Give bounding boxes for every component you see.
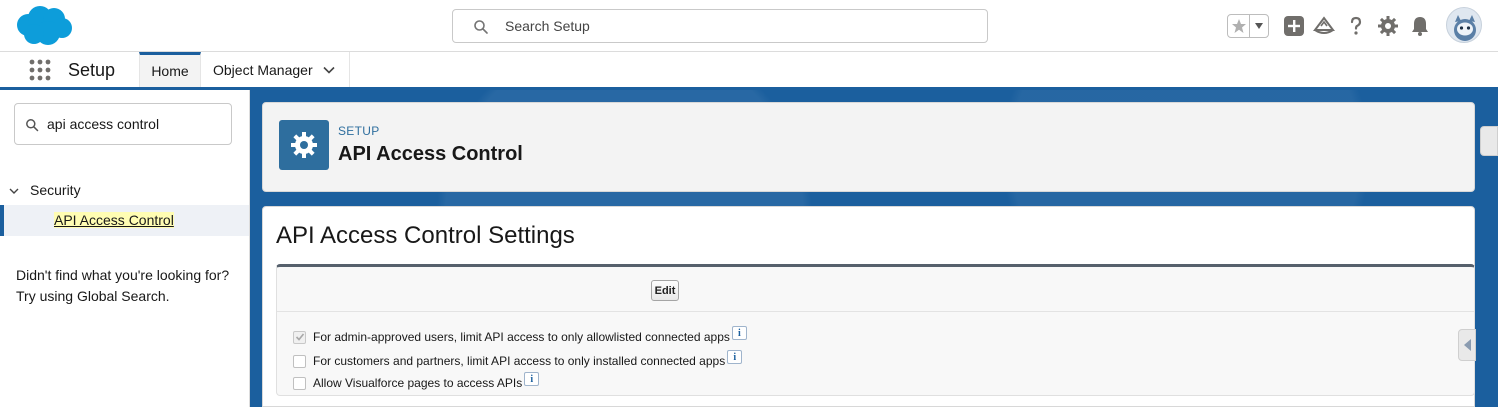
api-access-control-link[interactable]: API Access Control: [54, 212, 174, 228]
user-avatar[interactable]: [1446, 7, 1482, 43]
settings-block: Edit For admin-approved users, limit API…: [276, 264, 1475, 396]
tree-section-label: Security: [30, 182, 81, 198]
edit-button[interactable]: Edit: [651, 280, 679, 301]
option-label: For admin-approved users, limit API acce…: [313, 330, 730, 344]
option-label: For customers and partners, limit API ac…: [313, 354, 726, 368]
page-eyebrow: SETUP: [338, 124, 380, 138]
context-bar: Setup Home Object Manager: [0, 52, 1498, 90]
app-launcher-icon[interactable]: [28, 58, 52, 82]
side-panel-handle[interactable]: [1480, 126, 1498, 156]
settings-panel: API Access Control Settings Edit For adm…: [262, 206, 1475, 407]
global-actions-add-icon[interactable]: [1282, 14, 1306, 38]
option-label: Allow Visualforce pages to access APIs: [313, 376, 523, 390]
help-icon[interactable]: [1344, 14, 1368, 38]
salesforce-logo[interactable]: [14, 5, 74, 47]
notifications-bell-icon[interactable]: [1408, 14, 1432, 38]
option-checkbox[interactable]: [293, 354, 306, 368]
tree-item-api-access-control: API Access Control: [0, 205, 249, 236]
tab-object-manager[interactable]: Object Manager: [201, 52, 350, 87]
global-header: [0, 0, 1498, 52]
option-row: For customers and partners, limit API ac…: [293, 350, 743, 370]
side-panel-collapse-handle[interactable]: [1458, 329, 1476, 361]
trailhead-guidance-icon[interactable]: [1312, 14, 1336, 38]
search-icon: [473, 19, 489, 35]
global-search-hint: Didn't find what you're looking for? Try…: [16, 267, 230, 304]
favorites-star-icon[interactable]: [1228, 15, 1250, 37]
main-content-area: SETUP API Access Control API Access Cont…: [250, 90, 1498, 407]
global-search-box[interactable]: [452, 9, 988, 43]
tab-home[interactable]: Home: [139, 52, 201, 87]
favorites-group: [1227, 14, 1269, 38]
settings-title: API Access Control Settings: [276, 222, 575, 249]
option-checkbox[interactable]: [293, 330, 306, 344]
info-icon[interactable]: i: [524, 372, 540, 386]
option-row: Allow Visualforce pages to access APIs i: [293, 372, 540, 392]
page-title: API Access Control: [338, 143, 523, 165]
page-header: SETUP API Access Control: [262, 102, 1475, 192]
app-name: Setup: [68, 60, 116, 80]
info-icon[interactable]: i: [727, 350, 743, 364]
tree-section-security[interactable]: Security: [8, 180, 81, 200]
setup-gear-icon[interactable]: [1376, 14, 1400, 38]
option-checkbox[interactable]: [293, 376, 306, 390]
button-row: Edit: [277, 267, 1474, 312]
search-icon: [25, 118, 39, 132]
tab-object-manager-label: Object Manager: [213, 61, 313, 78]
favorites-dropdown-icon[interactable]: [1250, 15, 1268, 37]
info-icon[interactable]: i: [731, 326, 747, 340]
setup-sidebar: Security API Access Control Didn't find …: [0, 90, 250, 407]
setup-gear-icon: [279, 120, 329, 170]
option-row: For admin-approved users, limit API acce…: [293, 326, 747, 346]
quick-find-box[interactable]: [14, 103, 232, 145]
chevron-down-icon[interactable]: [322, 63, 336, 77]
tab-home-label: Home: [151, 63, 189, 79]
global-search-input[interactable]: [505, 16, 975, 36]
quick-find-input[interactable]: [47, 115, 225, 133]
chevron-down-icon[interactable]: [8, 184, 20, 196]
